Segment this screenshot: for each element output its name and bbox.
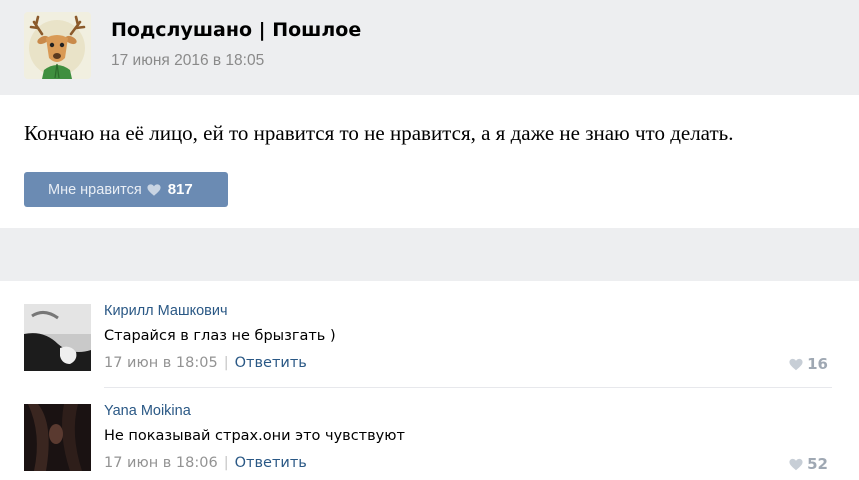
meta-separator: | <box>223 355 229 371</box>
comment-meta: 17 июн в 18:05 | Ответить <box>104 355 307 371</box>
comment-item: Кирилл Машкович Старайся в глаз не брызг… <box>0 290 859 380</box>
comment-text: Не показывай страх.они это чувствуют <box>104 428 405 444</box>
comment-like-count: 52 <box>807 455 828 473</box>
deer-avatar-icon <box>24 12 91 79</box>
comment-text: Старайся в глаз не брызгать ) <box>104 328 336 344</box>
post-header: Подслушано | Пошлое 17 июня 2016 в 18:05 <box>0 0 859 95</box>
comment-date[interactable]: 17 июн в 18:06 <box>104 455 218 471</box>
post-text: Кончаю на её лицо, ей то нравится то не … <box>24 121 734 145</box>
post-date[interactable]: 17 июня 2016 в 18:05 <box>111 52 264 70</box>
comment-like-button[interactable]: 52 <box>789 455 828 473</box>
comment-meta: 17 июн в 18:06 | Ответить <box>104 455 307 471</box>
comment-item: Yana Moikina Не показывай страх.они это … <box>0 390 859 480</box>
heart-icon <box>147 183 161 196</box>
like-button[interactable]: Мне нравится 817 <box>24 172 228 207</box>
like-label: Мне нравится <box>48 181 142 198</box>
reply-link[interactable]: Ответить <box>235 455 307 471</box>
comment-divider <box>104 387 832 388</box>
heart-icon <box>789 358 803 370</box>
commenter-avatar[interactable] <box>24 404 91 471</box>
comment-like-button[interactable]: 16 <box>789 355 828 373</box>
group-avatar[interactable] <box>24 12 91 79</box>
comment-date[interactable]: 17 июн в 18:05 <box>104 355 218 371</box>
heart-icon <box>789 458 803 470</box>
comment-like-count: 16 <box>807 355 828 373</box>
like-count: 817 <box>167 181 193 198</box>
reply-link[interactable]: Ответить <box>235 355 307 371</box>
comment-author[interactable]: Yana Moikina <box>104 403 191 419</box>
group-name[interactable]: Подслушано | Пошлое <box>111 19 361 41</box>
section-divider-band <box>0 228 859 281</box>
user-photo-icon <box>24 404 91 471</box>
meta-separator: | <box>223 455 229 471</box>
user-photo-icon <box>24 304 91 371</box>
comment-author[interactable]: Кирилл Машкович <box>104 303 228 319</box>
commenter-avatar[interactable] <box>24 304 91 371</box>
